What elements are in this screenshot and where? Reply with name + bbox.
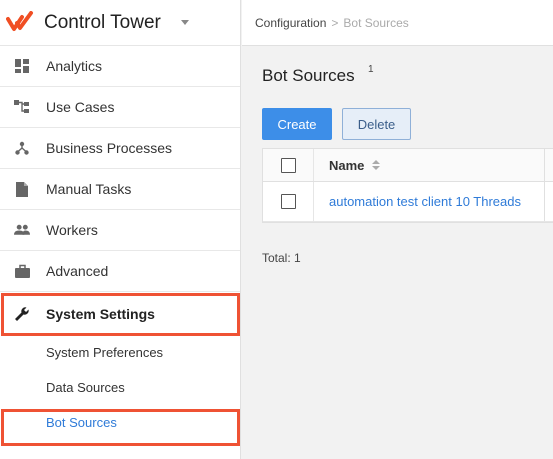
sidebar: Control Tower Analytics Use Cases Busine… [0,0,241,459]
sidebar-item-workers[interactable]: Workers [0,210,240,251]
table-header: Name [263,149,553,182]
sidebar-item-label: Advanced [46,263,109,279]
column-header-name[interactable]: Name [314,149,544,181]
sidebar-item-label: Analytics [46,58,103,74]
people-icon [14,222,30,238]
process-icon [14,140,30,156]
create-button[interactable]: Create [262,108,332,140]
control-tower-logo-icon [6,10,36,35]
document-icon [14,181,30,197]
sidebar-item-system-settings[interactable]: System Settings [0,292,240,335]
sidebar-item-label: System Settings [46,305,155,322]
breadcrumb-configuration[interactable]: Configuration [255,16,326,30]
sidebar-item-label: Business Processes [46,140,173,156]
sidebar-item-manual-tasks[interactable]: Manual Tasks [0,169,240,210]
brand-header[interactable]: Control Tower [0,0,240,46]
wrench-icon [14,306,30,322]
page-title: Bot Sources [262,66,355,85]
sidebar-item-label: Workers [46,222,98,238]
row-name-cell: automation test client 10 Threads [314,182,544,221]
row-checkbox[interactable] [280,194,296,209]
select-all-checkbox[interactable] [280,157,296,173]
column-divider [544,182,553,221]
column-divider [544,149,553,181]
bot-source-link[interactable]: automation test client 10 Threads [329,194,521,209]
row-checkbox-cell [263,182,314,221]
sidebar-item-label: Use Cases [46,99,115,115]
sidebar-item-analytics[interactable]: Analytics [0,46,240,87]
main-content: Configuration > Bot Sources Bot Sources … [242,0,553,459]
sidebar-subitem-data-sources[interactable]: Data Sources [0,370,240,405]
header-checkbox-cell [263,149,314,181]
sidebar-subitem-system-preferences[interactable]: System Preferences [0,335,240,370]
chevron-down-icon[interactable] [180,20,189,25]
sidebar-item-advanced[interactable]: Advanced [0,251,240,292]
column-header-label: Name [329,157,365,173]
breadcrumb-current: Bot Sources [343,15,409,30]
table-row: automation test client 10 Threads [263,182,553,222]
sidebar-subitem-bot-sources[interactable]: Bot Sources [0,405,240,440]
sort-icon[interactable] [372,160,381,170]
page-count-badge: 1 [368,64,374,75]
breadcrumb-separator: > [331,15,339,30]
app-title: Control Tower [44,11,161,33]
total-count: Total: 1 [262,251,301,265]
sidebar-item-business-processes[interactable]: Business Processes [0,128,240,169]
breadcrumb: Configuration > Bot Sources [242,0,553,46]
hierarchy-icon [14,99,30,115]
delete-button[interactable]: Delete [342,108,411,140]
sidebar-item-use-cases[interactable]: Use Cases [0,87,240,128]
sidebar-item-label: Manual Tasks [46,181,132,197]
dashboard-icon [14,58,30,74]
bot-sources-table: Name automation test client 10 Threads [262,148,553,223]
briefcase-icon [14,263,30,279]
